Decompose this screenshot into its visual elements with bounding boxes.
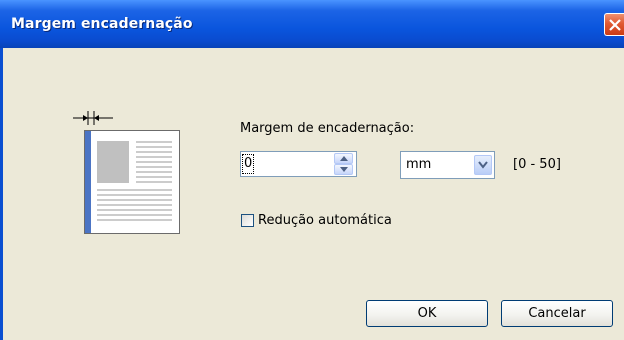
margin-value-input[interactable]: 0	[241, 154, 255, 174]
auto-reduce-label[interactable]: Redução automática	[258, 213, 392, 228]
range-label: [0 - 50]	[513, 157, 561, 172]
unit-selected-value: mm	[406, 157, 432, 172]
title-bar[interactable]: Margem encadernação	[0, 0, 624, 48]
dropdown-button[interactable]	[474, 155, 492, 175]
close-button[interactable]	[604, 13, 624, 36]
margin-spinbox[interactable]: 0	[240, 151, 357, 177]
auto-reduce-checkbox[interactable]	[241, 214, 254, 227]
dialog-window: Margem encadernação Margem de encadernaç…	[0, 0, 624, 340]
ok-button[interactable]: OK	[366, 300, 488, 327]
spin-up-button[interactable]	[334, 153, 353, 164]
cancel-button[interactable]: Cancelar	[501, 300, 613, 327]
unit-dropdown[interactable]: mm	[400, 151, 495, 179]
margin-label: Margem de encadernação:	[240, 121, 415, 136]
document-preview-icon	[84, 130, 180, 238]
window-title: Margem encadernação	[11, 16, 193, 32]
binding-margin-icon	[73, 108, 113, 132]
spin-down-button[interactable]	[334, 164, 353, 175]
